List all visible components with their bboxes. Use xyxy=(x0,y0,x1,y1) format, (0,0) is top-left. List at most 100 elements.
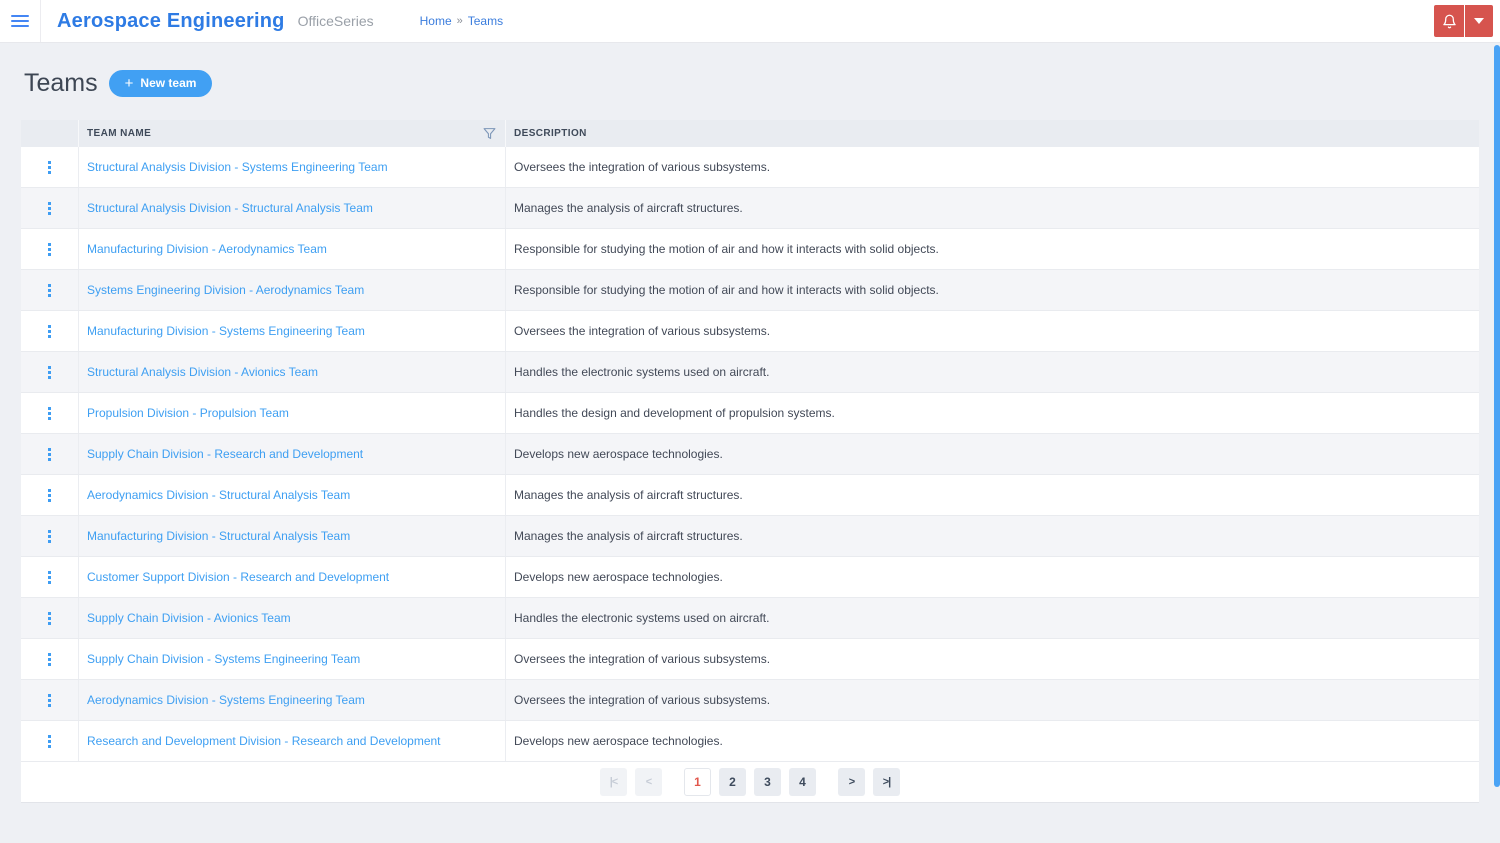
team-description-cell: Develops new aerospace technologies. xyxy=(506,557,1479,597)
team-description-cell: Develops new aerospace technologies. xyxy=(506,434,1479,474)
kebab-menu-icon[interactable] xyxy=(44,526,55,547)
row-menu-cell xyxy=(21,393,79,433)
page-head: Teams + New team xyxy=(21,68,1479,98)
kebab-menu-icon[interactable] xyxy=(44,444,55,465)
header-divider xyxy=(40,0,41,42)
breadcrumb-current-link[interactable]: Teams xyxy=(468,14,503,28)
team-description: Oversees the integration of various subs… xyxy=(514,652,771,666)
top-header: Aerospace Engineering OfficeSeries Home … xyxy=(0,0,1500,43)
kebab-menu-icon[interactable] xyxy=(44,198,55,219)
page-button-3[interactable]: 3 xyxy=(754,768,781,796)
team-name-cell: Structural Analysis Division - Systems E… xyxy=(79,147,506,187)
breadcrumb-home-link[interactable]: Home xyxy=(420,14,452,28)
last-page-button[interactable]: >| xyxy=(873,768,900,796)
team-name-column-label: TEAM NAME xyxy=(87,128,152,139)
vertical-scrollbar[interactable] xyxy=(1494,45,1500,787)
filter-icon[interactable] xyxy=(483,127,496,140)
team-name-cell: Supply Chain Division - Avionics Team xyxy=(79,598,506,638)
kebab-menu-icon[interactable] xyxy=(44,690,55,711)
kebab-menu-icon[interactable] xyxy=(44,403,55,424)
team-description: Manages the analysis of aircraft structu… xyxy=(514,201,743,215)
first-page-button[interactable]: |< xyxy=(600,768,627,796)
team-description-cell: Oversees the integration of various subs… xyxy=(506,639,1479,679)
header-actions xyxy=(1434,5,1493,37)
team-name-link[interactable]: Customer Support Division - Research and… xyxy=(87,570,389,584)
team-name-link[interactable]: Supply Chain Division - Avionics Team xyxy=(87,611,291,625)
team-description-cell: Handles the design and development of pr… xyxy=(506,393,1479,433)
page-button-1[interactable]: 1 xyxy=(684,768,711,796)
team-name-cell: Manufacturing Division - Aerodynamics Te… xyxy=(79,229,506,269)
team-description: Handles the electronic systems used on a… xyxy=(514,365,770,379)
row-menu-cell xyxy=(21,557,79,597)
team-name-link[interactable]: Aerodynamics Division - Systems Engineer… xyxy=(87,693,365,707)
team-name-link[interactable]: Manufacturing Division - Systems Enginee… xyxy=(87,324,365,338)
table-row: Propulsion Division - Propulsion Team Ha… xyxy=(21,393,1479,434)
team-name-link[interactable]: Propulsion Division - Propulsion Team xyxy=(87,406,289,420)
table-row: Research and Development Division - Rese… xyxy=(21,721,1479,762)
team-description-cell: Handles the electronic systems used on a… xyxy=(506,598,1479,638)
page-button-4[interactable]: 4 xyxy=(789,768,816,796)
team-name-link[interactable]: Manufacturing Division - Structural Anal… xyxy=(87,529,350,543)
account-dropdown-button[interactable] xyxy=(1465,5,1493,37)
column-header-row-menu xyxy=(21,120,79,147)
team-name-link[interactable]: Manufacturing Division - Aerodynamics Te… xyxy=(87,242,327,256)
team-description: Oversees the integration of various subs… xyxy=(514,324,771,338)
kebab-menu-icon[interactable] xyxy=(44,485,55,506)
team-description-cell: Manages the analysis of aircraft structu… xyxy=(506,475,1479,515)
team-name-cell: Supply Chain Division - Research and Dev… xyxy=(79,434,506,474)
team-name-link[interactable]: Structural Analysis Division - Structura… xyxy=(87,201,373,215)
column-header-description: DESCRIPTION xyxy=(506,120,1479,147)
kebab-menu-icon[interactable] xyxy=(44,731,55,752)
kebab-menu-icon[interactable] xyxy=(44,321,55,342)
team-description-cell: Responsible for studying the motion of a… xyxy=(506,270,1479,310)
team-description: Oversees the integration of various subs… xyxy=(514,160,771,174)
next-page-button[interactable]: > xyxy=(838,768,865,796)
kebab-menu-icon[interactable] xyxy=(44,567,55,588)
row-menu-cell xyxy=(21,598,79,638)
team-name-cell: Manufacturing Division - Systems Enginee… xyxy=(79,311,506,351)
hamburger-menu-icon[interactable] xyxy=(0,0,40,42)
team-description: Develops new aerospace technologies. xyxy=(514,734,723,748)
team-name-link[interactable]: Supply Chain Division - Research and Dev… xyxy=(87,447,363,461)
team-description-cell: Handles the electronic systems used on a… xyxy=(506,352,1479,392)
new-team-button-label: New team xyxy=(140,76,197,90)
team-name-cell: Systems Engineering Division - Aerodynam… xyxy=(79,270,506,310)
team-description: Responsible for studying the motion of a… xyxy=(514,283,939,297)
team-name-link[interactable]: Supply Chain Division - Systems Engineer… xyxy=(87,652,360,666)
column-header-team-name: TEAM NAME xyxy=(79,120,506,147)
kebab-menu-icon[interactable] xyxy=(44,649,55,670)
row-menu-cell xyxy=(21,311,79,351)
main-content: Teams + New team TEAM NAME DESCRIPTION S… xyxy=(0,68,1500,803)
app-title: Aerospace Engineering xyxy=(57,9,285,32)
team-description-cell: Oversees the integration of various subs… xyxy=(506,311,1479,351)
kebab-menu-icon[interactable] xyxy=(44,608,55,629)
row-menu-cell xyxy=(21,721,79,761)
notifications-button[interactable] xyxy=(1434,5,1464,37)
kebab-menu-icon[interactable] xyxy=(44,280,55,301)
team-name-link[interactable]: Aerodynamics Division - Structural Analy… xyxy=(87,488,350,502)
team-name-cell: Aerodynamics Division - Systems Engineer… xyxy=(79,680,506,720)
row-menu-cell xyxy=(21,516,79,556)
team-name-link[interactable]: Research and Development Division - Rese… xyxy=(87,734,441,748)
table-row: Structural Analysis Division - Structura… xyxy=(21,188,1479,229)
team-description: Responsible for studying the motion of a… xyxy=(514,242,939,256)
team-description: Develops new aerospace technologies. xyxy=(514,447,723,461)
team-description: Handles the electronic systems used on a… xyxy=(514,611,770,625)
breadcrumb: Home » Teams xyxy=(420,14,503,28)
page-title: Teams xyxy=(24,69,98,97)
table-row: Manufacturing Division - Systems Enginee… xyxy=(21,311,1479,352)
table-header-row: TEAM NAME DESCRIPTION xyxy=(21,120,1479,147)
page-button-2[interactable]: 2 xyxy=(719,768,746,796)
new-team-button[interactable]: + New team xyxy=(108,69,213,97)
team-name-link[interactable]: Structural Analysis Division - Avionics … xyxy=(87,365,318,379)
kebab-menu-icon[interactable] xyxy=(44,362,55,383)
team-name-link[interactable]: Systems Engineering Division - Aerodynam… xyxy=(87,283,364,297)
table-row: Supply Chain Division - Avionics Team Ha… xyxy=(21,598,1479,639)
kebab-menu-icon[interactable] xyxy=(44,157,55,178)
row-menu-cell xyxy=(21,147,79,187)
kebab-menu-icon[interactable] xyxy=(44,239,55,260)
table-row: Supply Chain Division - Research and Dev… xyxy=(21,434,1479,475)
team-name-link[interactable]: Structural Analysis Division - Systems E… xyxy=(87,160,388,174)
prev-page-button[interactable]: < xyxy=(635,768,662,796)
table-row: Customer Support Division - Research and… xyxy=(21,557,1479,598)
